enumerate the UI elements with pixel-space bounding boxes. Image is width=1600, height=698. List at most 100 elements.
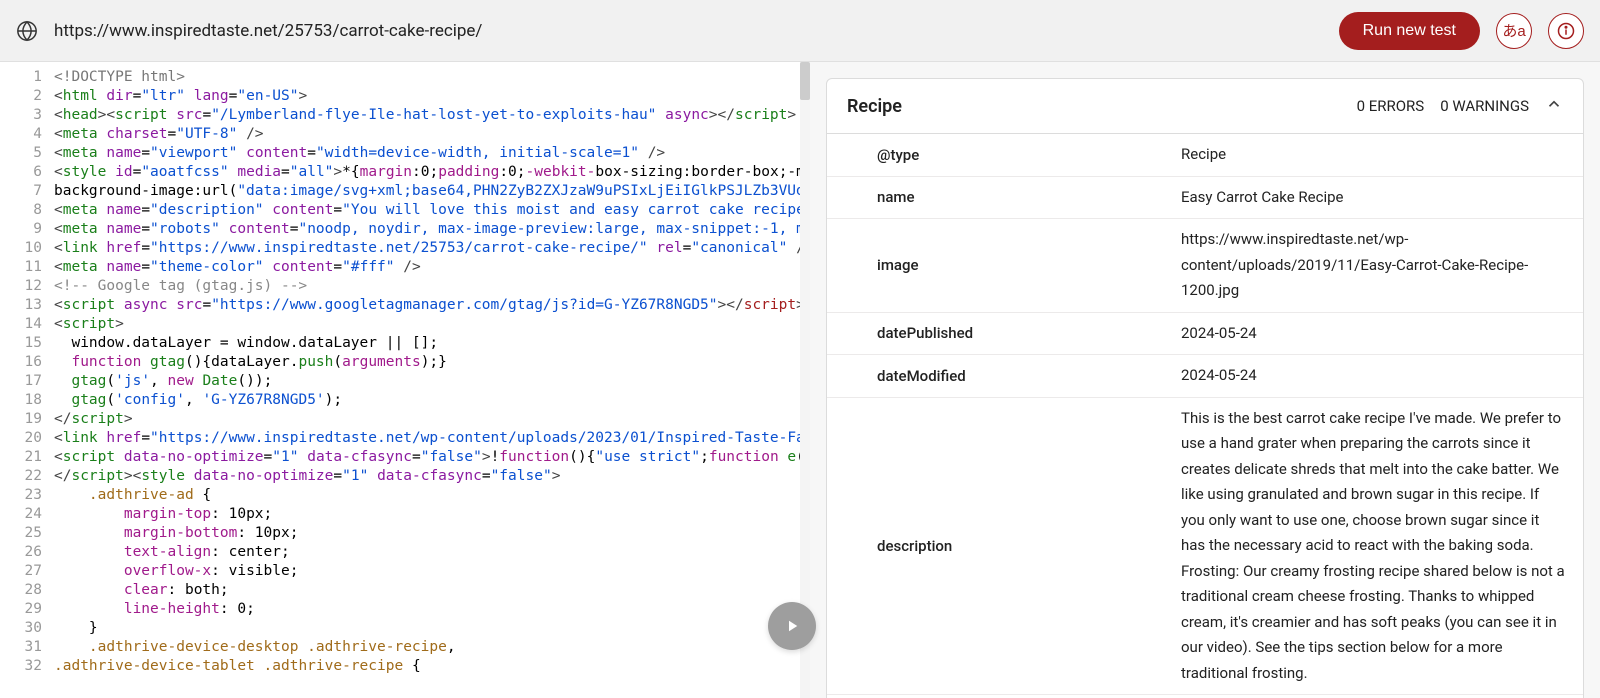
code-line[interactable]: 25 margin-bottom: 10px; — [0, 524, 810, 543]
code-text: gtag('js', new Date()); — [54, 372, 810, 391]
property-key: dateModified — [827, 355, 1177, 397]
code-text: <script> — [54, 315, 810, 334]
recipe-card: Recipe 0 ERRORS 0 WARNINGS @typeRecipena… — [826, 78, 1584, 698]
code-line[interactable]: 3<head><script src="/Lymberland-flye-Ile… — [0, 106, 810, 125]
code-line[interactable]: 32.adthrive-device-tablet .adthrive-reci… — [0, 657, 810, 676]
line-number: 4 — [0, 125, 54, 144]
code-text: margin-bottom: 10px; — [54, 524, 810, 543]
property-key: description — [827, 398, 1177, 695]
line-number: 30 — [0, 619, 54, 638]
code-scroll-thumb[interactable] — [800, 62, 810, 100]
code-text: <html dir="ltr" lang="en-US"> — [54, 87, 810, 106]
code-text: <link href="https://www.inspiredtaste.ne… — [54, 429, 810, 448]
line-number: 14 — [0, 315, 54, 334]
chevron-up-icon[interactable] — [1545, 95, 1563, 117]
line-number: 25 — [0, 524, 54, 543]
property-row: datePublished2024-05-24 — [827, 313, 1583, 356]
code-pane[interactable]: 1<!DOCTYPE html>2<html dir="ltr" lang="e… — [0, 62, 810, 698]
property-row: dateModified2024-05-24 — [827, 355, 1583, 398]
code-line[interactable]: 6<style id="aoatfcss" media="all">*{marg… — [0, 163, 810, 182]
code-line[interactable]: 12<!-- Google tag (gtag.js) --> — [0, 277, 810, 296]
code-line[interactable]: 14<script> — [0, 315, 810, 334]
line-number: 9 — [0, 220, 54, 239]
recipe-card-header[interactable]: Recipe 0 ERRORS 0 WARNINGS — [827, 79, 1583, 134]
code-text: <meta name="viewport" content="width=dev… — [54, 144, 810, 163]
line-number: 24 — [0, 505, 54, 524]
code-text: <!-- Google tag (gtag.js) --> — [54, 277, 810, 296]
code-line[interactable]: 20<link href="https://www.inspiredtaste.… — [0, 429, 810, 448]
errors-count: 0 ERRORS — [1357, 97, 1425, 115]
code-line[interactable]: 22</script><style data-no-optimize="1" d… — [0, 467, 810, 486]
code-text: <script async src="https://www.googletag… — [54, 296, 810, 315]
line-number: 31 — [0, 638, 54, 657]
line-number: 17 — [0, 372, 54, 391]
code-line[interactable]: 26 text-align: center; — [0, 543, 810, 562]
code-line[interactable]: 4<meta charset="UTF-8" /> — [0, 125, 810, 144]
code-text: <head><script src="/Lymberland-flye-Ile-… — [54, 106, 810, 125]
code-line[interactable]: 30 } — [0, 619, 810, 638]
code-line[interactable]: 9<meta name="robots" content="noodp, noy… — [0, 220, 810, 239]
code-line[interactable]: 13<script async src="https://www.googlet… — [0, 296, 810, 315]
code-line[interactable]: 7background-image:url("data:image/svg+xm… — [0, 182, 810, 201]
property-value: Easy Carrot Cake Recipe — [1177, 177, 1583, 219]
property-row: imagehttps://www.inspiredtaste.net/wp-co… — [827, 219, 1583, 313]
results-pane: Recipe 0 ERRORS 0 WARNINGS @typeRecipena… — [810, 62, 1600, 698]
line-number: 1 — [0, 68, 54, 87]
property-value: Recipe — [1177, 134, 1583, 176]
recipe-card-title: Recipe — [847, 96, 1341, 117]
code-line[interactable]: 28 clear: both; — [0, 581, 810, 600]
code-text: overflow-x: visible; — [54, 562, 810, 581]
code-text: <script data-no-optimize="1" data-cfasyn… — [54, 448, 810, 467]
line-number: 20 — [0, 429, 54, 448]
code-text: .adthrive-device-tablet .adthrive-recipe… — [54, 657, 810, 676]
code-scrollbar[interactable] — [800, 62, 810, 698]
main-area: 1<!DOCTYPE html>2<html dir="ltr" lang="e… — [0, 62, 1600, 698]
code-line[interactable]: 27 overflow-x: visible; — [0, 562, 810, 581]
code-text: clear: both; — [54, 581, 810, 600]
code-text: window.dataLayer = window.dataLayer || [… — [54, 334, 810, 353]
code-line[interactable]: 23 .adthrive-ad { — [0, 486, 810, 505]
code-text: line-height: 0; — [54, 600, 810, 619]
play-button[interactable] — [768, 602, 816, 650]
line-number: 6 — [0, 163, 54, 182]
code-line[interactable]: 31 .adthrive-device-desktop .adthrive-re… — [0, 638, 810, 657]
line-number: 16 — [0, 353, 54, 372]
code-text: </script><style data-no-optimize="1" dat… — [54, 467, 810, 486]
property-key: name — [827, 177, 1177, 219]
code-line[interactable]: 18 gtag('config', 'G-YZ67R8NGD5'); — [0, 391, 810, 410]
code-line[interactable]: 19</script> — [0, 410, 810, 429]
code-line[interactable]: 21<script data-no-optimize="1" data-cfas… — [0, 448, 810, 467]
code-line[interactable]: 2<html dir="ltr" lang="en-US"> — [0, 87, 810, 106]
code-text: <meta charset="UTF-8" /> — [54, 125, 810, 144]
code-line[interactable]: 8<meta name="description" content="You w… — [0, 201, 810, 220]
warnings-count: 0 WARNINGS — [1440, 97, 1529, 115]
code-text: background-image:url("data:image/svg+xml… — [54, 182, 810, 201]
property-value: This is the best carrot cake recipe I've… — [1177, 398, 1583, 695]
code-line[interactable]: 16 function gtag(){dataLayer.push(argume… — [0, 353, 810, 372]
language-toggle-button[interactable]: あa — [1496, 13, 1532, 49]
line-number: 27 — [0, 562, 54, 581]
url-text: https://www.inspiredtaste.net/25753/carr… — [54, 21, 1323, 41]
code-text: <meta name="theme-color" content="#fff" … — [54, 258, 810, 277]
code-line[interactable]: 1<!DOCTYPE html> — [0, 68, 810, 87]
code-text: margin-top: 10px; — [54, 505, 810, 524]
code-line[interactable]: 29 line-height: 0; — [0, 600, 810, 619]
code-line[interactable]: 11<meta name="theme-color" content="#fff… — [0, 258, 810, 277]
code-text: .adthrive-ad { — [54, 486, 810, 505]
property-row: @typeRecipe — [827, 134, 1583, 177]
info-button[interactable] — [1548, 13, 1584, 49]
line-number: 12 — [0, 277, 54, 296]
line-number: 29 — [0, 600, 54, 619]
code-line[interactable]: 17 gtag('js', new Date()); — [0, 372, 810, 391]
code-line[interactable]: 15 window.dataLayer = window.dataLayer |… — [0, 334, 810, 353]
code-text: function gtag(){dataLayer.push(arguments… — [54, 353, 810, 372]
property-value: https://www.inspiredtaste.net/wp-content… — [1177, 219, 1583, 312]
line-number: 2 — [0, 87, 54, 106]
code-line[interactable]: 10<link href="https://www.inspiredtaste.… — [0, 239, 810, 258]
line-number: 5 — [0, 144, 54, 163]
top-bar: https://www.inspiredtaste.net/25753/carr… — [0, 0, 1600, 62]
code-line[interactable]: 24 margin-top: 10px; — [0, 505, 810, 524]
recipe-properties: @typeRecipenameEasy Carrot Cake Recipeim… — [827, 134, 1583, 698]
run-new-test-button[interactable]: Run new test — [1339, 12, 1480, 50]
code-line[interactable]: 5<meta name="viewport" content="width=de… — [0, 144, 810, 163]
